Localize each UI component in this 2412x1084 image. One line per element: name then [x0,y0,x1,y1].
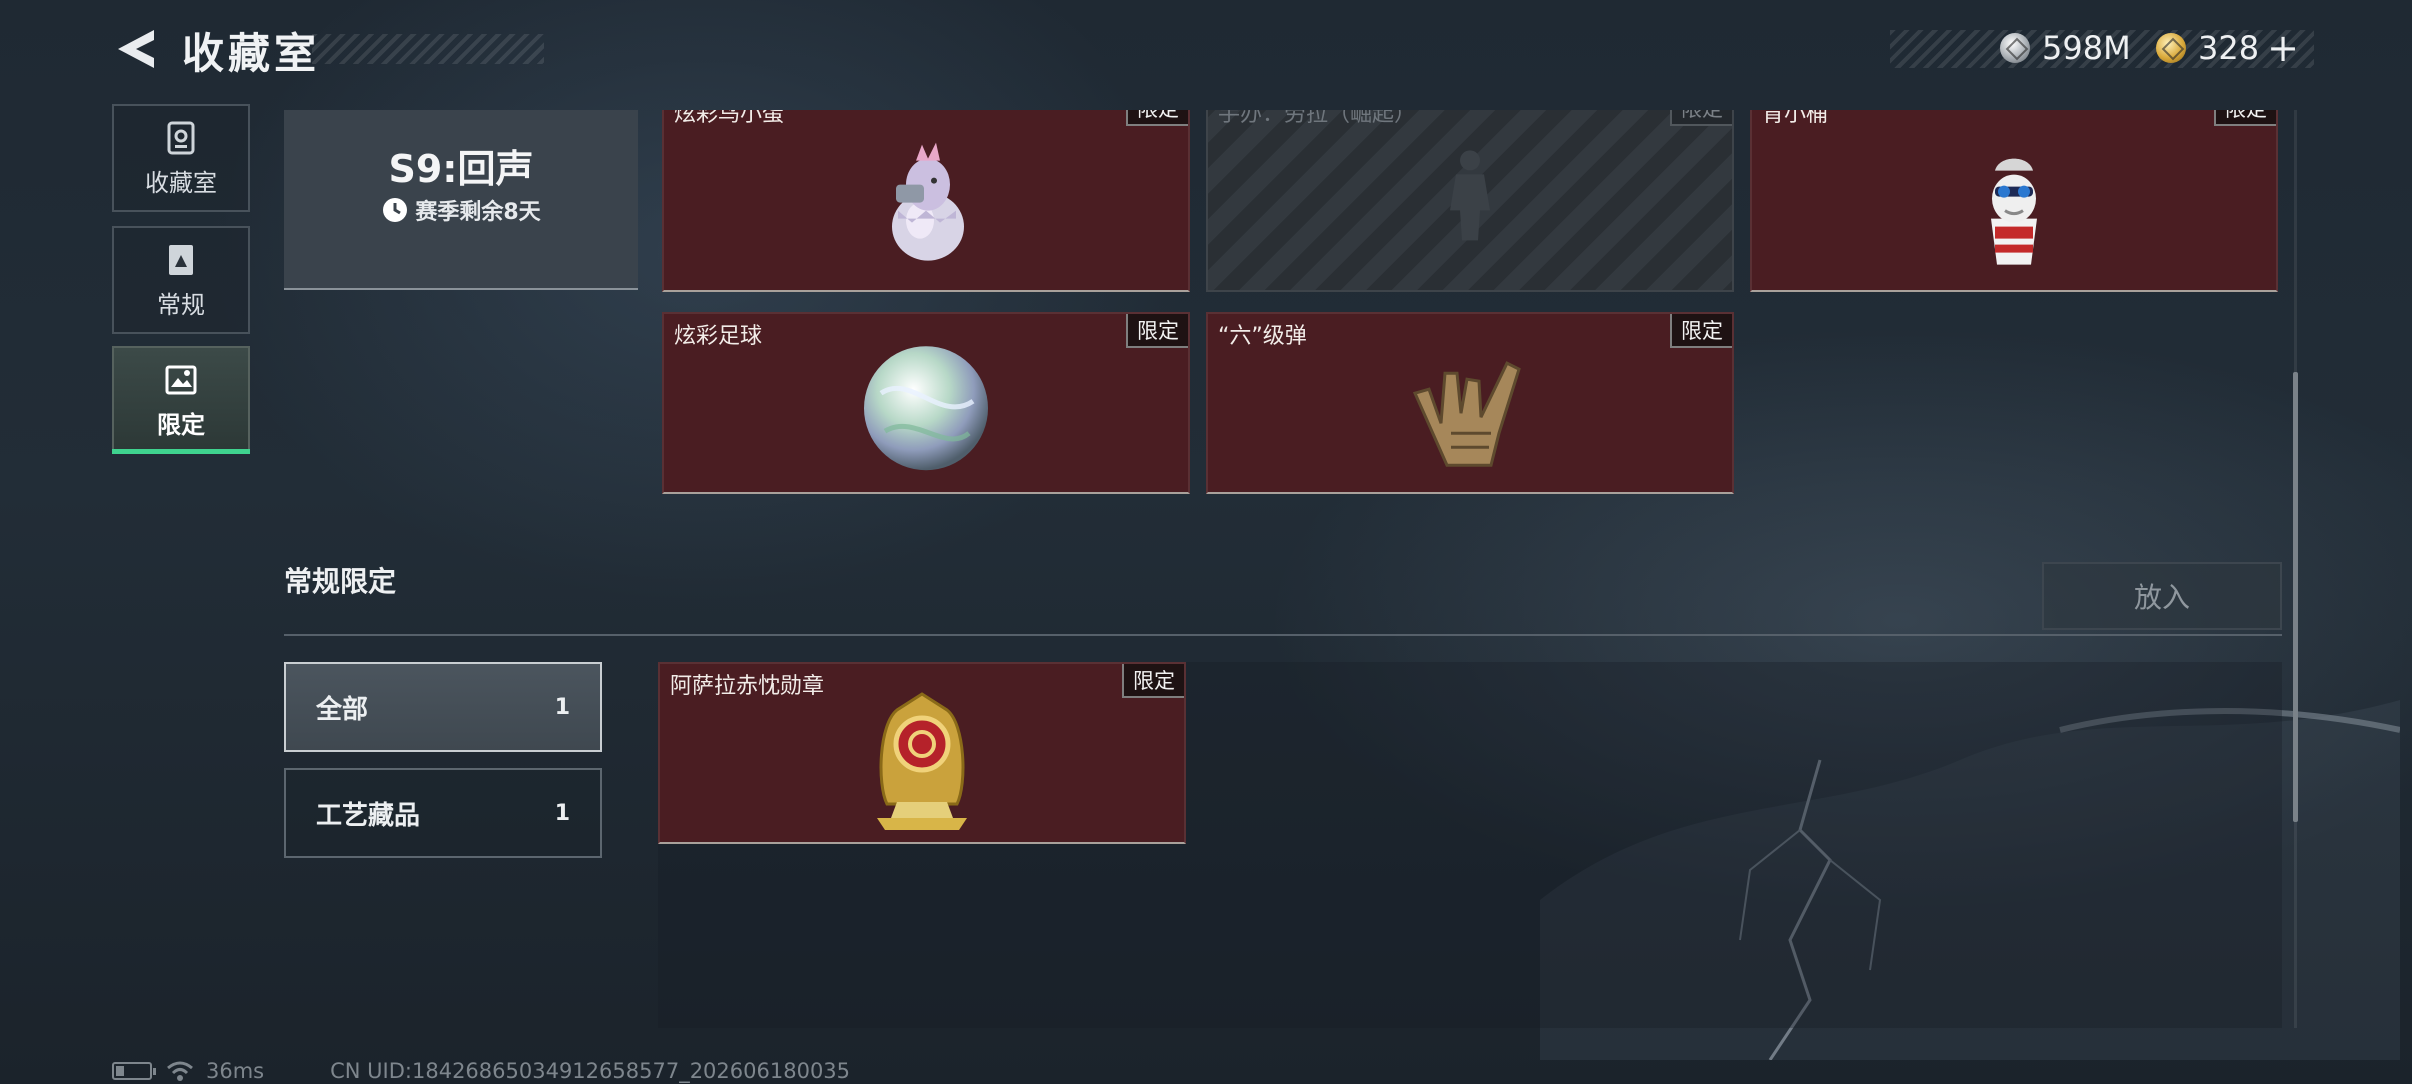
dragon-egg-figure-icon [892,142,964,261]
limited-image-icon [165,365,197,394]
limited-tag: 限定 [1126,110,1188,126]
user-uid: CN UID:18426865034912658577_202606180035 [330,1059,851,1083]
item-name: 炫彩鸟小蛋 [674,110,785,127]
silver-coin-icon [2000,33,2030,63]
status-bar: 36ms CN UID:18426865034912658577_2026061… [112,1058,850,1084]
nav-item-collection-room[interactable]: 收藏室 [112,104,250,212]
nav-item-limited[interactable]: 限定 [112,346,250,454]
filter-label: 全部 [316,694,369,725]
limited-items-row-top: 炫彩鸟小蛋 限定 手办：劳拉（崛起） 限定 肯小桶 限定 [660,110,2280,294]
golden-hand-gesture-icon [1412,361,1521,467]
iridescent-football-icon [864,346,988,471]
item-card-locked[interactable]: 手办：劳拉（崛起） 限定 [1206,110,1734,292]
season-card: S9:回声 赛季剩余8天 [284,110,638,290]
limited-tag: 限定 [1126,314,1188,348]
back-arrow-icon[interactable] [112,24,158,74]
gold-currency: 328 + [2156,26,2299,70]
item-card[interactable]: 炫彩鸟小蛋 限定 [662,110,1190,292]
nav-item-regular[interactable]: 常规 [112,226,250,334]
filter-label: 工艺藏品 [316,800,421,831]
wifi-icon [167,1061,193,1081]
item-card[interactable]: 炫彩足球 限定 [662,312,1190,494]
limited-tag: 限定 [1670,110,1732,126]
filter-craft-collectibles[interactable]: 工艺藏品 1 [284,768,602,858]
put-in-button[interactable]: 放入 [2042,562,2282,630]
page-title: 收藏室 [182,29,321,78]
battery-icon [112,1062,156,1080]
item-name: 阿萨拉赤忱勋章 [670,674,825,699]
section-title: 常规限定 [284,565,397,598]
gold-coin-icon [2156,33,2186,63]
item-name: 手办：劳拉（崛起） [1218,110,1417,127]
nav-label: 限定 [157,410,205,439]
top-bar: 收藏室 598M 328 + [0,0,2412,100]
section-divider [284,634,2282,636]
limited-tag: 限定 [2214,110,2276,126]
locked-figure-silhouette-icon [1450,150,1490,241]
silver-currency: 598M [2000,28,2131,68]
limited-tag: 限定 [1670,314,1732,348]
title-decoration [312,34,544,64]
item-card[interactable]: 肯小桶 限定 [1750,110,2278,292]
scrollbar-thumb[interactable] [2293,372,2298,822]
clock-icon [383,198,408,222]
item-name: “六”级弹 [1218,324,1307,349]
limited-tag: 限定 [1122,664,1184,698]
add-currency-button[interactable]: + [2267,26,2299,70]
nav-label: 收藏室 [145,168,217,197]
regular-card-icon [169,244,193,275]
gold-amount: 328 [2198,29,2260,67]
collection-room-icon [167,121,195,154]
item-name: 炫彩足球 [674,324,763,349]
item-card[interactable]: 阿萨拉赤忱勋章 限定 [658,662,1186,844]
season-remaining: 赛季剩余8天 [284,194,638,226]
item-card[interactable]: “六”级弹 限定 [1206,312,1734,494]
filter-count: 1 [554,694,570,720]
item-name: 肯小桶 [1762,110,1829,127]
filter-count: 1 [554,800,570,826]
silver-amount: 598M [2042,29,2131,67]
season-name: S9:回声 [388,147,534,191]
season-remaining-text: 赛季剩余8天 [415,200,541,225]
gold-medal-badge-icon [877,692,967,830]
nav-label: 常规 [157,290,205,319]
bucket-mascot-figure-icon [1991,158,2037,265]
latency: 36ms [206,1059,265,1083]
filter-all[interactable]: 全部 1 [284,662,602,752]
